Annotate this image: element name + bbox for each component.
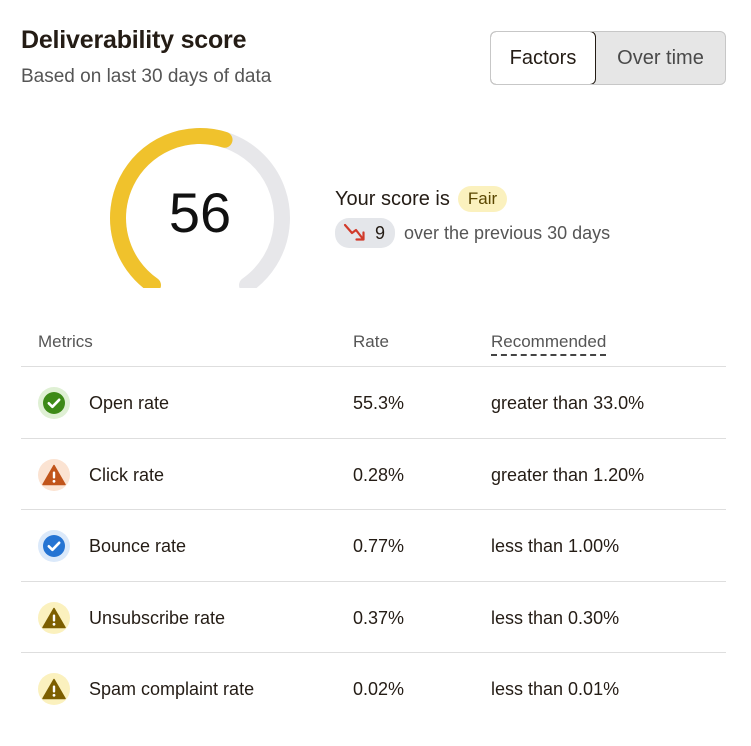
warning-icon (38, 458, 70, 491)
factors-toggle-button[interactable]: Factors (491, 32, 596, 84)
metric-name: Unsubscribe rate (89, 607, 226, 628)
table-header: Metrics Rate Recommended (21, 322, 726, 367)
rating-badge: Fair (457, 186, 508, 212)
metrics-table: Metrics Rate Recommended Open rate 55.3% g… (21, 322, 726, 725)
warning-icon (38, 601, 70, 634)
trend-down-icon (343, 223, 365, 241)
card-title: Deliverability score (21, 26, 247, 54)
warning-icon (38, 673, 70, 705)
check-circle-icon (38, 530, 70, 562)
table-row: Click rate 0.28% greater than 1.20% (21, 439, 726, 510)
metric-rate: 0.28% (353, 464, 405, 485)
score-gauge: 56 (100, 118, 300, 288)
metric-recommended: greater than 1.20% (491, 464, 645, 485)
metric-recommended: less than 0.01% (491, 679, 620, 699)
metric-recommended: less than 0.30% (491, 607, 620, 628)
score-value: 56 (168, 181, 232, 244)
change-text: over the previous 30 days (404, 222, 611, 243)
score-change: 9 over the previous 30 days (335, 218, 610, 248)
table-row: Spam complaint rate 0.02% less than 0.01% (21, 653, 726, 725)
change-value: 9 (375, 222, 386, 243)
change-chip: 9 (335, 218, 396, 248)
table-body: Open rate 55.3% greater than 33.0% Click ra… (21, 367, 726, 725)
metric-rate: 0.77% (353, 536, 405, 556)
metric-rate: 0.37% (353, 607, 405, 628)
check-circle-icon (38, 387, 70, 419)
metric-rate: 55.3% (353, 393, 405, 413)
metric-name: Bounce rate (89, 536, 187, 556)
view-toggle: Factors Over time (490, 31, 726, 85)
header-metrics: Metrics (38, 332, 93, 351)
metric-name: Spam complaint rate (89, 679, 255, 699)
metric-name: Click rate (89, 464, 165, 485)
score-prefix: Your score is (335, 187, 450, 210)
metric-recommended: greater than 33.0% (491, 393, 645, 413)
card-subtitle: Based on last 30 days of data (21, 66, 272, 87)
metric-name: Open rate (89, 393, 170, 413)
table-row: Open rate 55.3% greater than 33.0% (21, 367, 726, 439)
table-row: Bounce rate 0.77% less than 1.00% (21, 510, 726, 582)
metric-rate: 0.02% (353, 679, 405, 699)
metric-recommended: less than 1.00% (491, 536, 620, 556)
header-recommended[interactable]: Recommended (491, 332, 607, 356)
over-time-toggle-button[interactable]: Over time (596, 32, 725, 84)
table-row: Unsubscribe rate 0.37% less than 0.30% (21, 582, 726, 653)
score-summary: Your score is Fair (335, 186, 508, 212)
header-rate: Rate (353, 332, 389, 351)
deliverability-card: Deliverability score Based on last 30 da… (0, 0, 751, 746)
